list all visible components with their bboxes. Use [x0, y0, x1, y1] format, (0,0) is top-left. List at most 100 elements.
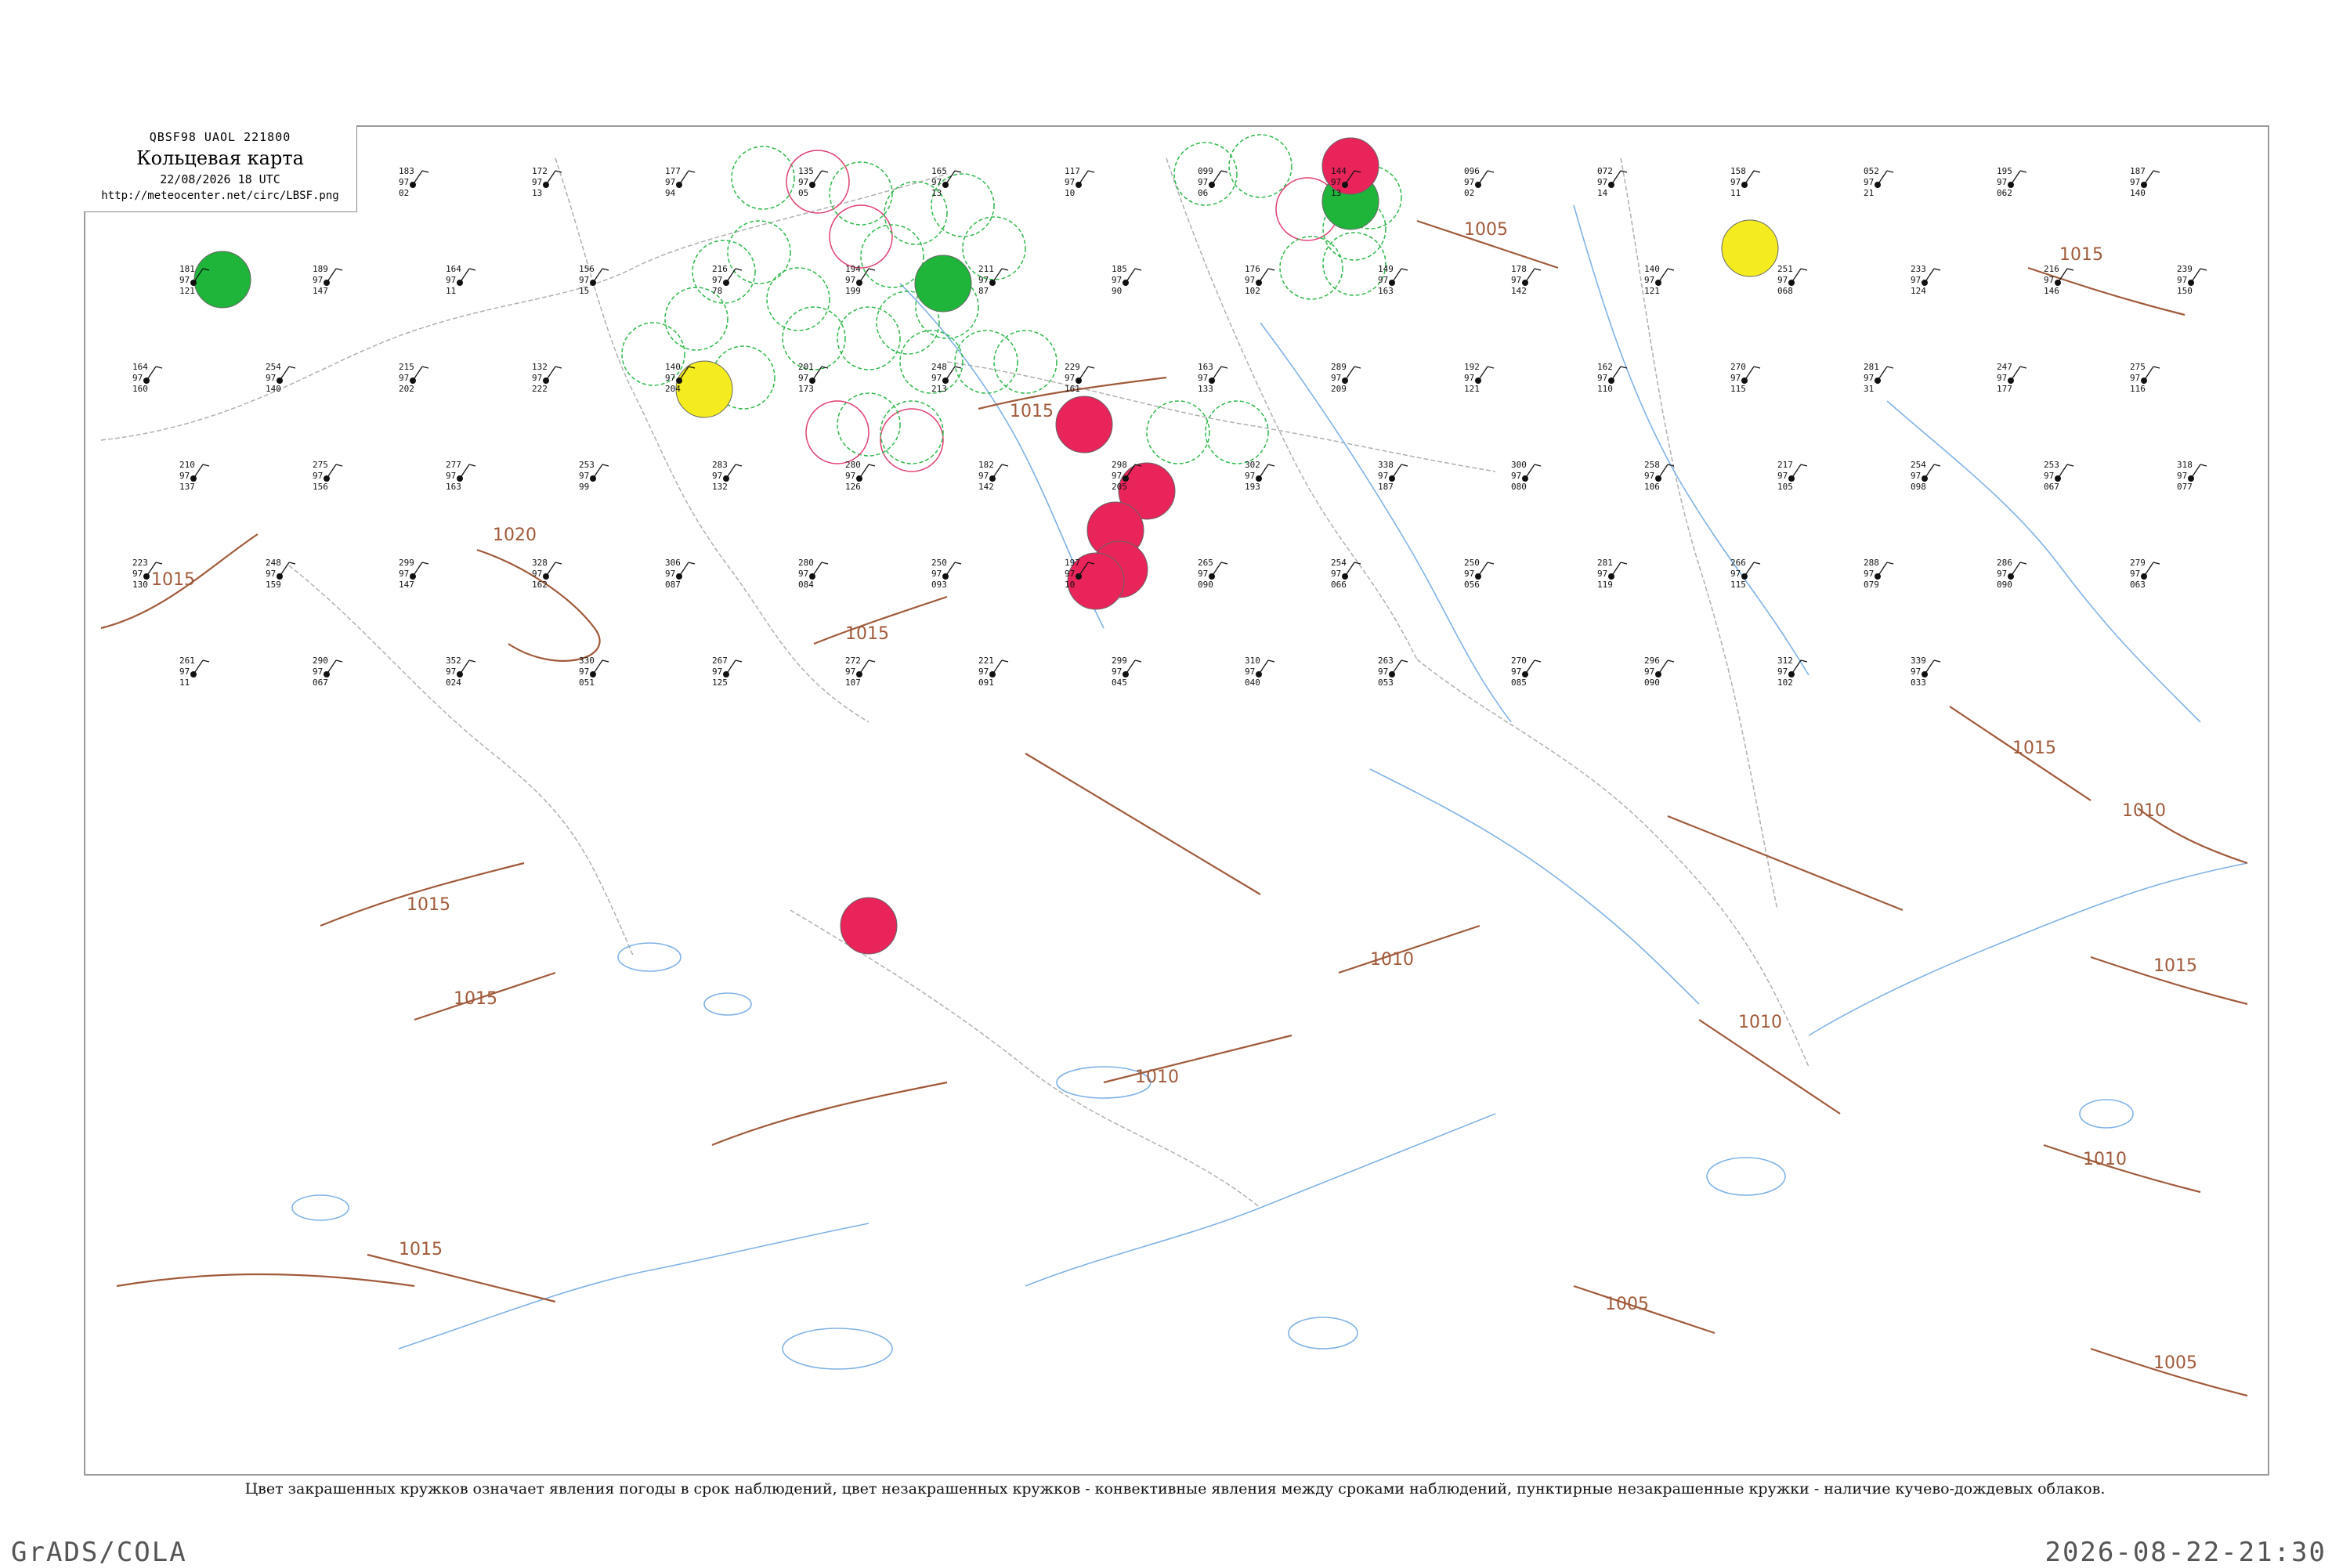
lake-outline	[1706, 1157, 1786, 1196]
river-line	[1886, 400, 2201, 723]
station-value: 97	[1597, 177, 1607, 187]
station-temperature: 286	[1997, 558, 2012, 568]
wind-barb-feather	[2066, 464, 2074, 467]
station-dewpoint: 098	[1911, 482, 1926, 492]
station-plot: 28397132	[712, 460, 743, 492]
station-dewpoint: 193	[1245, 482, 1260, 492]
station-temperature: 279	[2130, 558, 2146, 568]
station-temperature: 195	[1997, 166, 2012, 176]
station-dewpoint: 066	[1331, 580, 1347, 590]
station-value: 97	[132, 373, 143, 383]
station-dewpoint: 077	[2177, 482, 2193, 492]
station-temperature: 251	[1777, 264, 1793, 274]
wind-barb-feather	[1487, 562, 1495, 565]
station-value: 97	[1511, 275, 1521, 285]
station-value: 97	[1464, 569, 1474, 579]
station-plot: 1659713	[931, 166, 962, 198]
station-value: 97	[1644, 471, 1654, 481]
convective-ring	[1322, 232, 1386, 296]
station-plot: 18797140	[2130, 166, 2160, 198]
station-dewpoint: 033	[1911, 677, 1926, 688]
isobar-label: 1015	[845, 624, 889, 644]
wind-barb-feather	[1753, 562, 1761, 565]
wind-barb-feather	[1886, 366, 1894, 369]
river-line	[398, 1223, 870, 1349]
station-dewpoint: 94	[665, 188, 676, 198]
station-value: 97	[313, 275, 323, 285]
station-temperature: 270	[1511, 656, 1527, 666]
station-value: 97	[1112, 471, 1122, 481]
station-dewpoint: 147	[399, 580, 414, 590]
isobar-label: 1005	[1605, 1295, 1649, 1314]
station-plot: 29997045	[1112, 656, 1142, 688]
map-legend-box: QBSF98 UAOL 221800 Кольцевая карта 22/08…	[84, 125, 357, 212]
software-label: GrADS/COLA	[11, 1537, 187, 1568]
wind-barb-feather	[288, 366, 296, 369]
wind-barb-feather	[421, 366, 429, 369]
isobar-line	[1103, 1034, 1292, 1084]
station-plot: 25497066	[1331, 558, 1361, 590]
station-temperature: 318	[2177, 460, 2193, 470]
station-plot: 1859790	[1112, 264, 1142, 296]
station-dewpoint: 067	[313, 677, 328, 688]
wind-barb-feather	[1534, 659, 1542, 663]
station-plot: 25497098	[1911, 460, 1941, 492]
wind-barb-feather	[1487, 366, 1495, 369]
lake-outline	[782, 1328, 893, 1370]
wind-barb-feather	[421, 170, 429, 173]
station-dewpoint: 107	[845, 677, 861, 688]
isobar-label: 1010	[2122, 801, 2166, 821]
wind-barb-feather	[735, 268, 743, 271]
station-value: 97	[845, 667, 855, 677]
wind-barb-feather	[555, 562, 562, 565]
station-dewpoint: 202	[399, 384, 414, 394]
station-temperature: 281	[1864, 362, 1879, 372]
station-dewpoint: 053	[1378, 677, 1394, 688]
wind-barb-feather	[735, 464, 743, 467]
station-value: 97	[1065, 177, 1075, 187]
station-temperature: 181	[179, 264, 195, 274]
station-temperature: 289	[1331, 362, 1347, 372]
station-dewpoint: 187	[1378, 482, 1394, 492]
station-plot: 25097093	[931, 558, 962, 590]
station-value: 97	[1911, 471, 1921, 481]
wind-barb-feather	[1001, 268, 1009, 271]
station-temperature: 288	[1864, 558, 1879, 568]
station-dewpoint: 121	[179, 286, 195, 296]
station-temperature: 300	[1511, 460, 1527, 470]
station-dewpoint: 160	[132, 384, 148, 394]
station-plot: 30697087	[665, 558, 696, 590]
station-temperature: 135	[798, 166, 814, 176]
wind-barb-feather	[2019, 366, 2027, 369]
station-plot: 25097056	[1464, 558, 1495, 590]
station-value: 97	[399, 177, 409, 187]
station-dewpoint: 102	[1777, 677, 1793, 688]
station-temperature: 176	[1245, 264, 1260, 274]
station-temperature: 163	[1198, 362, 1213, 372]
station-temperature: 117	[1065, 166, 1080, 176]
station-value: 97	[399, 569, 409, 579]
station-temperature: 140	[665, 362, 681, 372]
station-dewpoint: 105	[1777, 482, 1793, 492]
station-temperature: 328	[532, 558, 548, 568]
station-plot: 22997161	[1065, 362, 1095, 394]
wind-barb-feather	[2200, 268, 2207, 271]
station-dewpoint: 140	[2130, 188, 2146, 198]
station-plot: 33097051	[579, 656, 609, 688]
wind-barb-feather	[155, 366, 163, 369]
station-dewpoint: 161	[1065, 384, 1080, 394]
station-temperature: 217	[1777, 460, 1793, 470]
station-temperature: 187	[2130, 166, 2146, 176]
river-line	[1025, 1113, 1496, 1287]
station-plot: 28097126	[845, 460, 876, 492]
station-plot: 25897106	[1644, 460, 1675, 492]
station-plot: 26597090	[1198, 558, 1228, 590]
station-plot: 26797125	[712, 656, 743, 688]
station-plot: 21797105	[1777, 460, 1808, 492]
weather-circle-rain	[193, 251, 251, 309]
station-plot: 21697146	[2044, 264, 2074, 296]
isobar-label: 1010	[1370, 950, 1414, 970]
station-dewpoint: 068	[1777, 286, 1793, 296]
source-url[interactable]: http://meteocenter.net/circ/LBSF.png	[84, 190, 356, 202]
render-timestamp: 2026-08-22-21:30	[2044, 1537, 2326, 1568]
